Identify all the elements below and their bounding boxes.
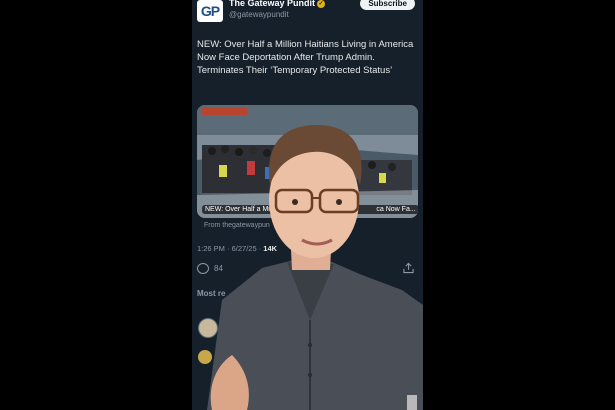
tweet-screen: GP The Gateway Pundit ✓ @gatewaypundit Su…	[192, 0, 423, 410]
presenter-video-overlay	[207, 125, 423, 410]
